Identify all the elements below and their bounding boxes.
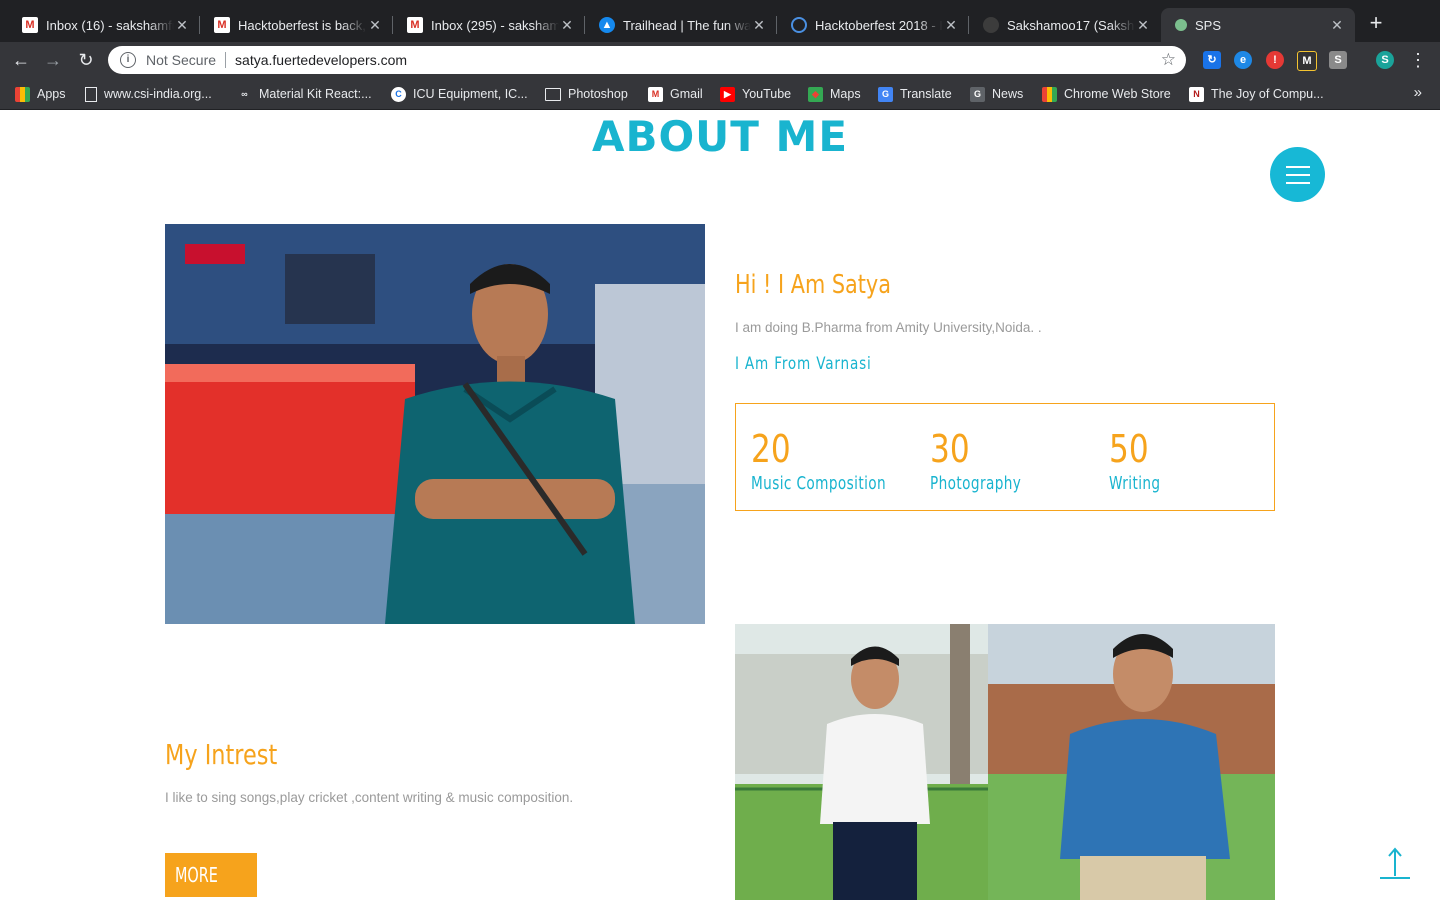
profile-avatar[interactable]: S [1376,51,1394,69]
bookmark-item[interactable]: M Gmail [648,84,703,104]
extension-icon[interactable]: ! [1266,51,1284,69]
youtube-icon: ▶ [720,86,735,102]
stat-label: Photography [930,474,1022,494]
gmail-icon: M [22,17,38,33]
folder-icon [545,87,561,101]
close-tab-icon[interactable]: ✕ [174,17,190,34]
gmail-icon: M [648,86,663,102]
stats-box: 20 Music Composition 30 Photography 50 W… [735,403,1275,511]
bookmark-item[interactable]: ∞ Material Kit React:... [237,84,371,104]
news-icon: G [970,86,985,102]
browser-tab[interactable]: ▲ Trailhead | The fun way ✕ [585,8,777,42]
extension-icon[interactable]: M [1297,51,1317,71]
hamburger-menu-button[interactable] [1270,147,1325,202]
hometown-text: I Am From Varnasi [735,354,872,374]
close-tab-icon[interactable]: ✕ [1329,17,1345,34]
interest-heading: My Intrest [165,738,278,771]
browser-tab[interactable]: M Inbox (16) - sakshamfu ✕ [8,8,200,42]
bio-text: I am doing B.Pharma from Amity Universit… [735,320,1042,335]
bookmark-item[interactable]: N The Joy of Compu... [1189,84,1324,104]
bookmark-item[interactable]: Chrome Web Store [1042,84,1171,104]
bookmark-item[interactable]: C ICU Equipment, IC... [391,84,528,104]
stat-item: 50 Writing [1109,426,1175,494]
security-label: Not Secure [146,52,217,68]
url-text[interactable]: satya.fuertedevelopers.com [235,52,407,68]
bookmarks-overflow-icon[interactable]: » [1414,84,1422,101]
browser-tab-active[interactable]: SPS ✕ [1161,8,1355,42]
browser-toolbar: ← → ↻ i Not Secure satya.fuertedeveloper… [0,42,1440,78]
extension-icon[interactable]: ↻ [1203,51,1221,69]
stat-item: 30 Photography [930,426,1047,494]
stat-value: 20 [751,427,791,471]
address-bar[interactable]: i Not Secure satya.fuertedevelopers.com … [108,46,1186,74]
greeting-heading: Hi ! I Am Satya [735,270,891,300]
scroll-to-top-icon[interactable] [1378,846,1412,880]
profile-photo [165,224,705,624]
bookmark-item[interactable]: G Translate [878,84,952,104]
menu-bar [1285,173,1310,176]
extension-icon[interactable]: e [1234,51,1252,69]
bookmark-apps[interactable]: Apps [15,84,66,104]
page-content: ABOUT ME Hi ! I Am Satya I am doing B.Ph… [0,110,1440,900]
stat-label: Writing [1109,474,1161,494]
reload-icon[interactable]: ↻ [74,48,98,72]
menu-bar [1285,181,1310,184]
more-button[interactable]: MORE [165,853,257,897]
close-tab-icon[interactable]: ✕ [559,17,575,34]
bookmark-item[interactable]: ▶ YouTube [720,84,791,104]
github-icon [983,17,999,33]
outdoor-photos [735,624,1275,900]
close-tab-icon[interactable]: ✕ [751,17,767,34]
browser-tab[interactable]: Hacktoberfest 2018 - I ✕ [777,8,969,42]
profile-photo-art [165,224,705,624]
bookmarks-bar: Apps www.csi-india.org... ∞ Material Kit… [0,78,1440,110]
close-tab-icon[interactable]: ✕ [367,17,383,34]
new-tab-icon[interactable]: + [1365,12,1387,34]
site-icon [1175,19,1187,31]
stat-value: 50 [1109,427,1149,471]
bookmark-item[interactable]: Photoshop [545,84,628,104]
page-title: ABOUT ME [591,112,849,161]
page-icon [85,86,97,102]
stat-label: Music Composition [751,474,887,494]
material-kit-icon: ∞ [241,88,248,99]
webstore-icon [1042,86,1057,102]
bookmark-item[interactable]: ◆ Maps [808,84,861,104]
joy-icon: N [1189,86,1204,102]
info-icon[interactable]: i [120,52,136,68]
bookmark-star-icon[interactable]: ☆ [1161,50,1176,70]
hacktoberfest-icon [791,17,807,33]
interest-text: I like to sing songs,play cricket ,conte… [165,790,574,805]
tab-strip: M Inbox (16) - sakshamfu ✕ M Hacktoberfe… [0,0,1440,42]
outdoor-photos-art [735,624,1275,900]
close-tab-icon[interactable]: ✕ [1135,17,1151,34]
stat-value: 30 [930,427,970,471]
apps-grid-icon [15,86,30,102]
translate-icon: G [878,86,893,102]
gmail-icon: M [214,17,230,33]
bookmark-item[interactable]: G News [970,84,1023,104]
gmail-icon: M [407,17,423,33]
trailhead-icon: ▲ [599,17,615,33]
browser-tab[interactable]: M Inbox (295) - saksham ✕ [393,8,585,42]
icu-icon: C [391,86,406,102]
browser-tab[interactable]: Sakshamoo17 (Saksha ✕ [969,8,1161,42]
browser-tab[interactable]: M Hacktoberfest is back, ✕ [200,8,393,42]
menu-bar [1285,165,1310,168]
forward-icon[interactable]: → [41,48,65,72]
menu-kebab-icon[interactable]: ⋮ [1406,48,1430,72]
bookmark-item[interactable]: www.csi-india.org... [85,84,212,104]
stat-item: 20 Music Composition [751,426,924,494]
close-tab-icon[interactable]: ✕ [943,17,959,34]
maps-icon: ◆ [808,86,823,102]
back-icon[interactable]: ← [9,48,33,72]
extension-icon[interactable]: S [1329,51,1347,69]
